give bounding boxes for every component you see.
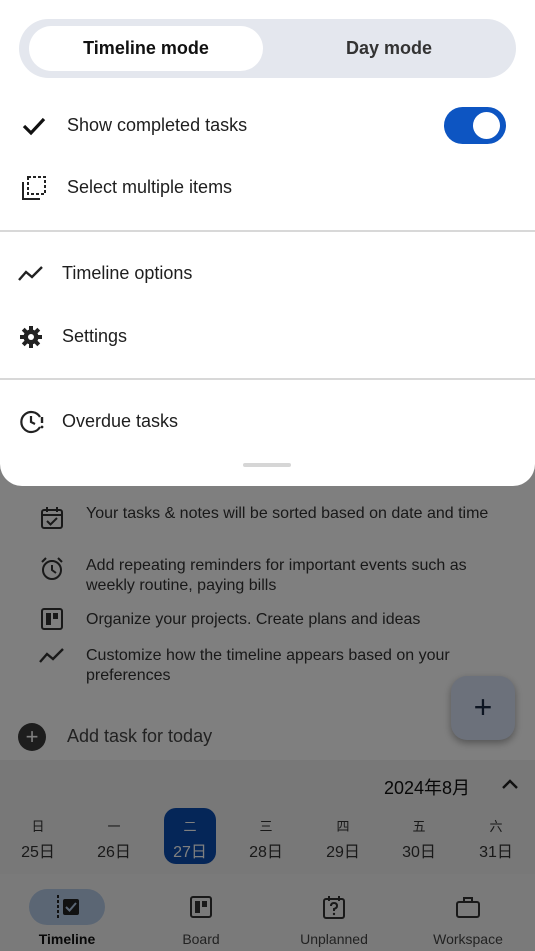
checkmark-icon [22,117,46,136]
select-multiple-icon [22,176,46,200]
menu-label: Show completed tasks [67,115,248,135]
menu-select-multiple[interactable]: Select multiple items [0,161,535,215]
overdue-clock-icon [20,410,44,434]
menu-label: Overdue tasks [62,411,179,431]
menu-label: Timeline options [62,263,193,283]
toggle-knob [473,112,500,139]
menu-label: Select multiple items [67,177,233,197]
divider [0,378,535,380]
gear-icon [20,326,42,348]
divider [0,230,535,232]
menu-timeline-options[interactable]: Timeline options [0,247,535,301]
menu-label: Settings [62,326,128,346]
menu-overdue-tasks[interactable]: Overdue tasks [0,395,535,449]
drag-handle[interactable] [243,463,291,467]
day-mode-button[interactable]: Day mode [272,26,506,71]
menu-settings[interactable]: Settings [0,310,535,364]
options-sheet: Timeline mode Day mode Show completed ta… [0,0,535,486]
show-completed-toggle[interactable] [444,107,506,144]
timeline-mode-button[interactable]: Timeline mode [29,26,263,71]
mode-switch: Timeline mode Day mode [19,19,516,78]
trend-icon [18,266,43,281]
